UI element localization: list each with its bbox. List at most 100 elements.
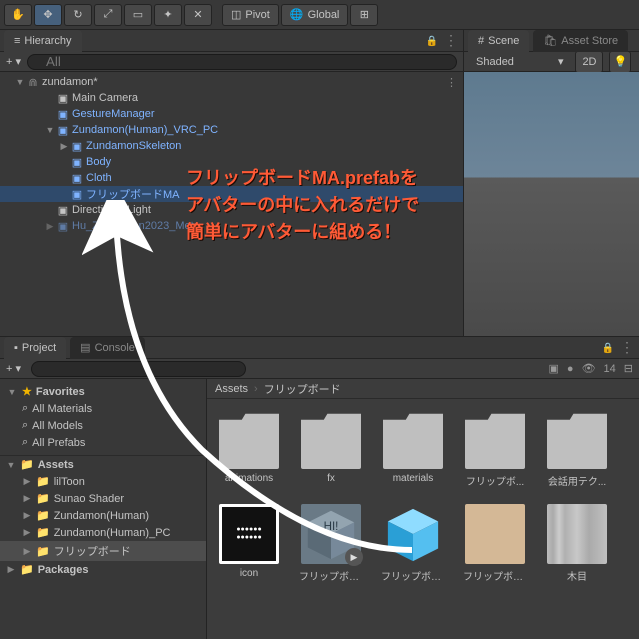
filter-icon[interactable]: ▣ <box>549 362 559 375</box>
folder-icon: 📁 <box>36 545 50 558</box>
pivot-toggle-button[interactable]: ◫Pivot <box>222 4 279 26</box>
asset-thumbnail <box>547 504 607 564</box>
scene-row[interactable]: ▼ ⋒ zundamon* ⋮ <box>0 74 463 90</box>
project-asset-item[interactable]: フリップボー... <box>381 504 445 583</box>
pivot-icon: ◫ <box>231 8 241 21</box>
project-asset-item[interactable]: フリップボード... <box>463 504 527 583</box>
expand-arrow-icon[interactable]: ▼ <box>6 460 16 470</box>
panel-menu-button[interactable]: ⋮ <box>444 32 459 49</box>
hierarchy-item[interactable]: ▣Main Camera <box>0 90 463 106</box>
project-search-input[interactable] <box>31 361 246 377</box>
hierarchy-item[interactable]: ▣フリップボードMA <box>0 186 463 202</box>
folder-icon: 📁 <box>20 458 34 471</box>
move-icon: ✥ <box>43 8 52 21</box>
tab-scene[interactable]: #Scene <box>468 30 529 52</box>
favorite-search-item[interactable]: ⌕All Models <box>0 417 206 434</box>
mode-2d-button[interactable]: 2D <box>575 51 603 73</box>
rect-tool-button[interactable]: ▭ <box>124 4 152 26</box>
expand-arrow-icon[interactable]: ▶ <box>22 493 32 504</box>
project-asset-item[interactable]: 木目 <box>545 504 609 583</box>
hierarchy-item[interactable]: ▣Cloth <box>0 170 463 186</box>
hierarchy-item[interactable]: ▣Directional Light <box>0 202 463 218</box>
favorite-search-item[interactable]: ⌕All Materials <box>0 400 206 417</box>
chevron-down-icon: ▾ <box>558 55 564 68</box>
scale-tool-button[interactable]: ⤢ <box>94 4 122 26</box>
project-toolbar-right: ▣ ● 👁 14 ⊟ <box>549 362 634 375</box>
scene-name-label: zundamon* <box>40 76 98 88</box>
transform-tool-button[interactable]: ✦ <box>154 4 182 26</box>
expand-arrow-icon[interactable]: ▼ <box>6 387 18 397</box>
scale-icon: ⤢ <box>104 8 113 21</box>
eye-icon[interactable]: 👁 <box>582 362 596 375</box>
expand-arrow-icon[interactable]: ▼ <box>44 125 56 135</box>
project-folders-panel: ▼ ★ Favorites ⌕All Materials⌕All Models⌕… <box>0 379 207 639</box>
project-folder-item[interactable]: ▶📁フリップボード <box>0 541 206 561</box>
scene-tab-label: Scene <box>488 35 519 47</box>
tab-console[interactable]: ▤Console <box>70 337 145 359</box>
global-toggle-button[interactable]: 🌐Global <box>281 4 349 26</box>
assets-root-folder[interactable]: ▼ 📁 Assets <box>0 456 206 473</box>
project-asset-item[interactable]: materials <box>381 409 445 488</box>
project-toolbar: + ▾ ⌕ ▣ ● 👁 14 ⊟ <box>0 359 639 379</box>
project-folder-item[interactable]: ▶📁Zundamon(Human) <box>0 507 206 524</box>
asset-label: fx <box>299 473 363 484</box>
asset-thumbnail <box>547 409 607 469</box>
expand-arrow-icon[interactable]: ▶ <box>44 221 56 232</box>
tab-asset-store[interactable]: 🛍Asset Store <box>533 30 628 52</box>
project-folder-item[interactable]: ▶📁Sunao Shader <box>0 490 206 507</box>
asset-thumbnail <box>383 504 443 564</box>
favorite-search-item[interactable]: ⌕All Prefabs <box>0 434 206 451</box>
expand-arrow-icon[interactable]: ▶ <box>58 141 70 152</box>
shading-mode-dropdown[interactable]: Shaded▾ <box>470 54 569 70</box>
hidden-count-badge: 14 <box>604 363 616 375</box>
scene-viewport[interactable] <box>464 72 639 336</box>
rotate-tool-button[interactable]: ↻ <box>64 4 92 26</box>
project-asset-item[interactable]: HI!▶フリップボード <box>299 504 363 583</box>
expand-arrow-icon[interactable]: ▼ <box>14 77 26 87</box>
project-folder-item[interactable]: ▶📁Zundamon(Human)_PC <box>0 524 206 541</box>
breadcrumb-segment[interactable]: Assets <box>215 383 248 395</box>
top-toolbar: ✋ ✥ ↻ ⤢ ▭ ✦ ✕ ◫Pivot 🌐Global ⊞ <box>0 0 639 30</box>
expand-arrow-icon[interactable]: ▶ <box>22 476 32 487</box>
hierarchy-item[interactable]: ▣GestureManager <box>0 106 463 122</box>
tab-hierarchy[interactable]: ≡Hierarchy <box>4 30 82 52</box>
gameobject-cube-icon: ▣ <box>56 219 70 233</box>
expand-arrow-icon[interactable]: ▶ <box>22 546 32 557</box>
custom-tool-button[interactable]: ✕ <box>184 4 212 26</box>
project-asset-item[interactable]: ●●●●●●●●●●●●icon <box>217 504 281 583</box>
project-create-button[interactable]: + ▾ <box>6 362 21 375</box>
breadcrumb-segment[interactable]: フリップボード <box>264 381 341 397</box>
hierarchy-item[interactable]: ▶▣Hu_Zundamon2023_Meta <box>0 218 463 234</box>
asset-thumbnail <box>219 409 279 469</box>
project-asset-item[interactable]: animations <box>217 409 281 488</box>
hierarchy-item[interactable]: ▣Body <box>0 154 463 170</box>
panel-menu-button[interactable]: ⋮ <box>620 339 635 356</box>
project-asset-item[interactable]: フリップボ... <box>463 409 527 488</box>
project-asset-item[interactable]: 会話用テク... <box>545 409 609 488</box>
favorites-header[interactable]: ▼ ★ Favorites <box>0 383 206 400</box>
project-asset-item[interactable]: fx <box>299 409 363 488</box>
hierarchy-item[interactable]: ▶▣ZundamonSkeleton <box>0 138 463 154</box>
scene-menu-button[interactable]: ⋮ <box>446 76 457 89</box>
expand-arrow-icon[interactable]: ▶ <box>22 510 32 521</box>
project-folder-item[interactable]: ▶📁lilToon <box>0 473 206 490</box>
create-dropdown-button[interactable]: + ▾ <box>6 55 21 68</box>
layout-icon[interactable]: ⊟ <box>624 362 633 375</box>
expand-arrow-icon[interactable]: ▶ <box>22 527 32 538</box>
gameobject-cube-icon: ▣ <box>70 139 84 153</box>
lock-icon[interactable] <box>426 35 438 47</box>
scene-tabs: #Scene 🛍Asset Store <box>464 30 639 52</box>
favorite-icon[interactable]: ● <box>567 363 574 375</box>
move-tool-button[interactable]: ✥ <box>34 4 62 26</box>
packages-root-folder[interactable]: ▶ 📁 Packages <box>0 561 206 578</box>
expand-arrow-icon[interactable]: ▶ <box>6 564 16 575</box>
lock-icon[interactable] <box>602 342 614 354</box>
hand-tool-button[interactable]: ✋ <box>4 4 32 26</box>
hierarchy-search-input[interactable] <box>27 54 457 70</box>
gameobject-cube-icon: ▣ <box>70 155 84 169</box>
folder-icon: ▪ <box>14 342 18 354</box>
hierarchy-item[interactable]: ▼▣Zundamon(Human)_VRC_PC <box>0 122 463 138</box>
snap-toggle-button[interactable]: ⊞ <box>350 4 378 26</box>
tab-project[interactable]: ▪Project <box>4 337 66 359</box>
scene-lighting-button[interactable]: 💡 <box>609 51 631 73</box>
